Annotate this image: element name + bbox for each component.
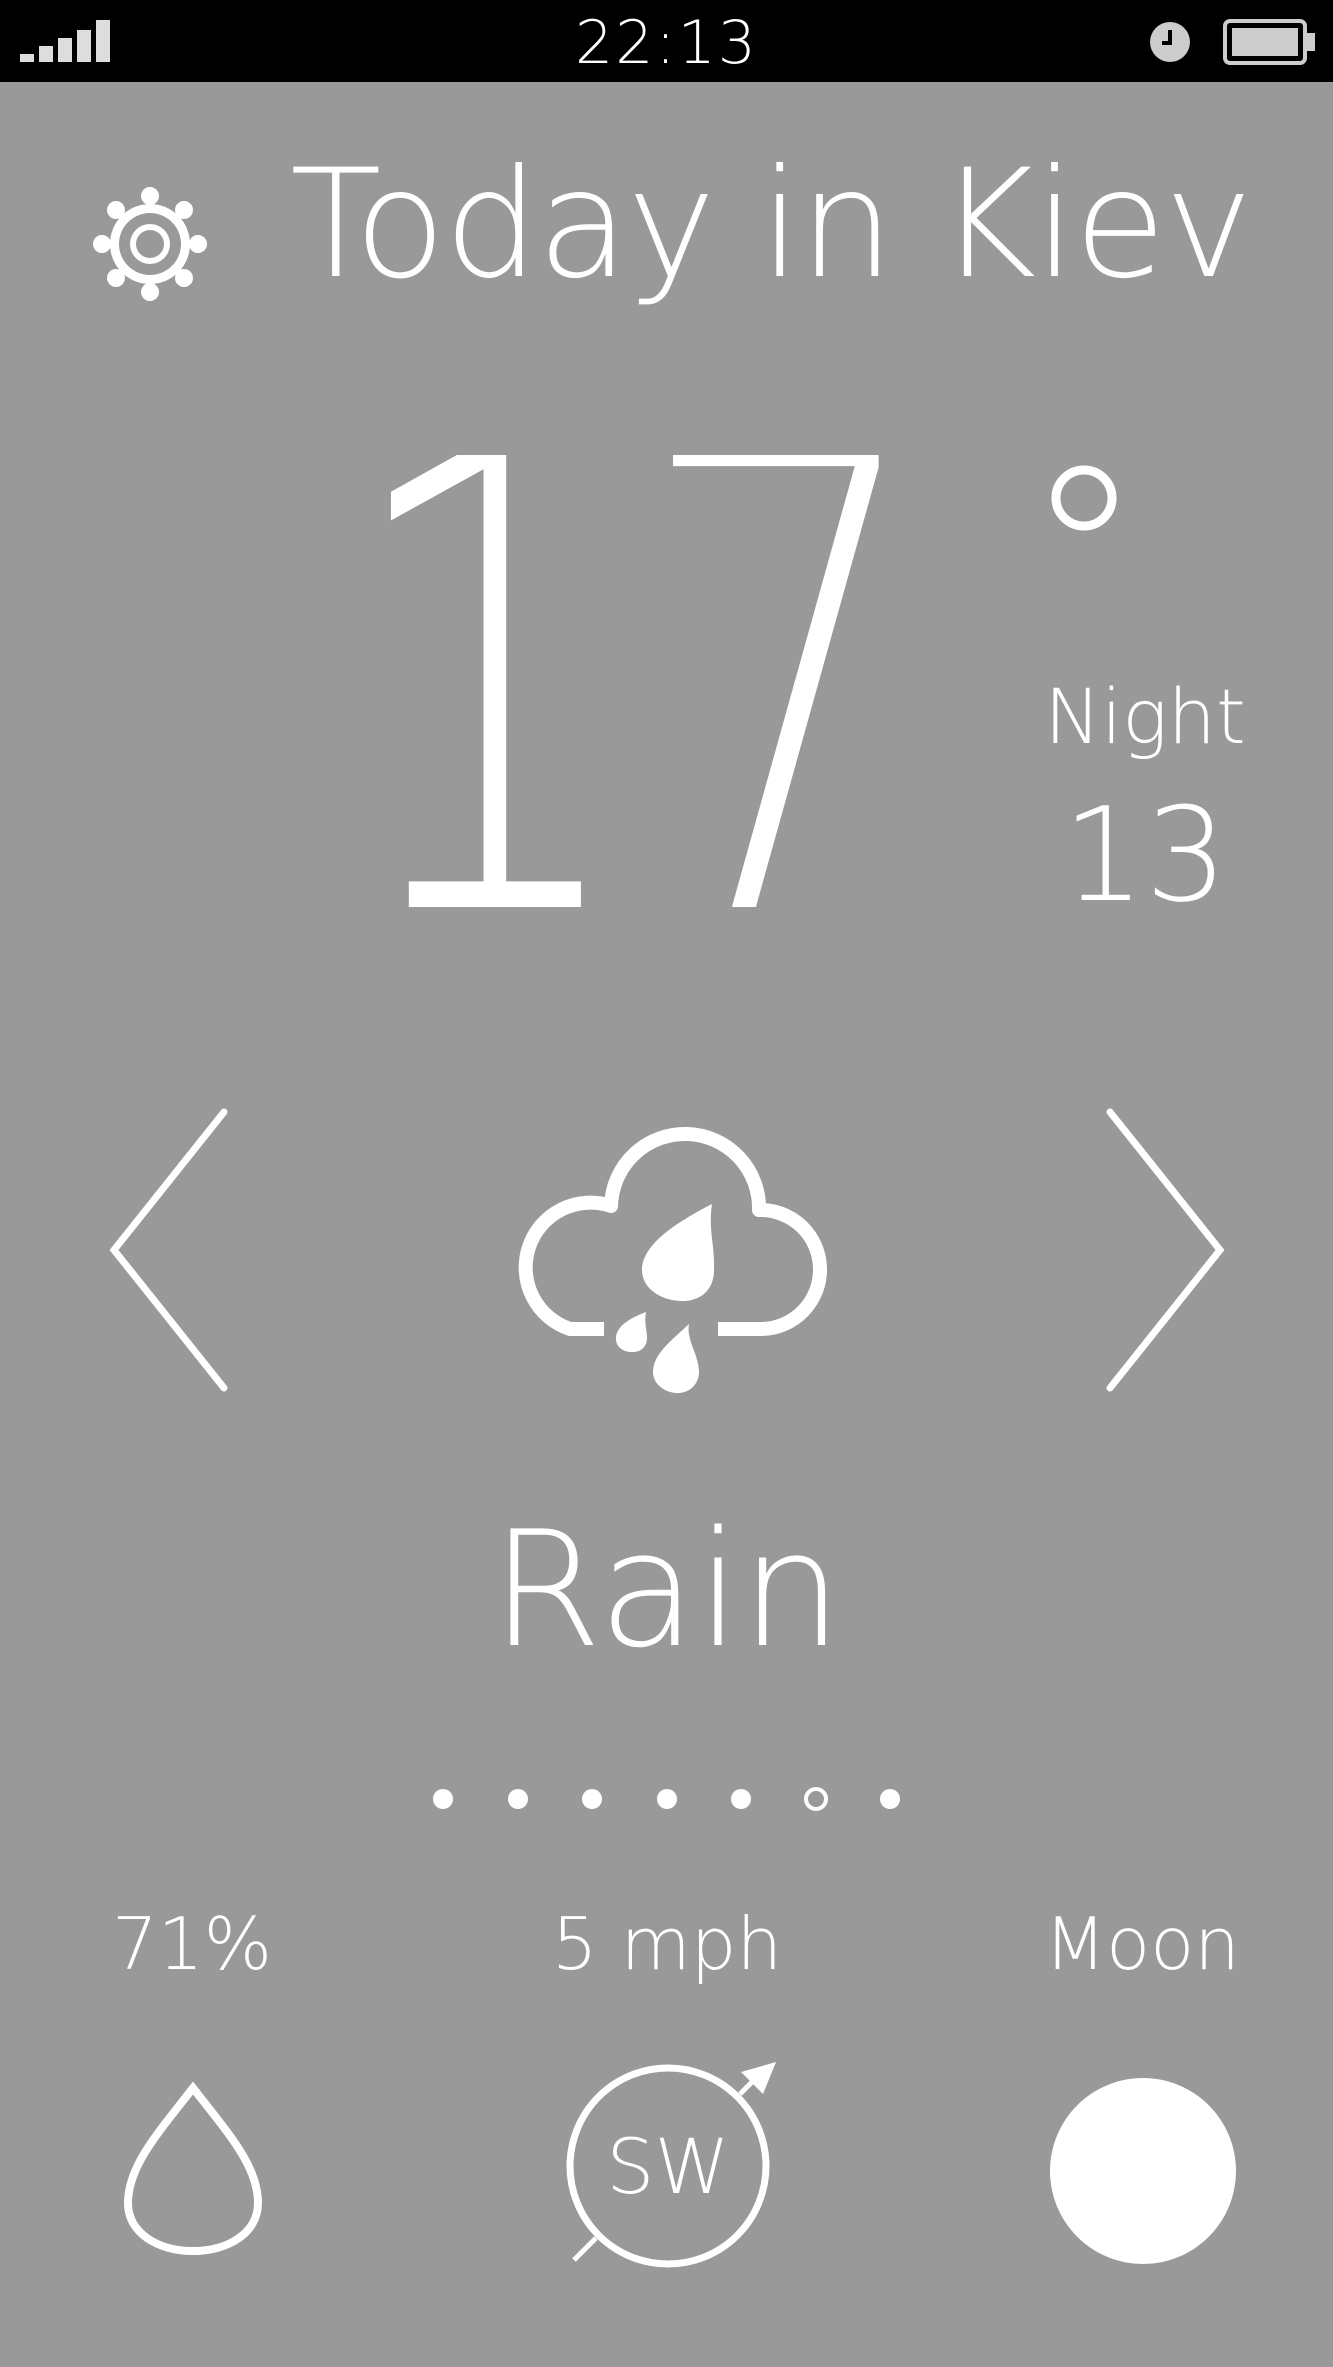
alarm-icon xyxy=(1150,22,1190,62)
page-title: Today in Kiev xyxy=(290,138,1253,312)
pager-dot[interactable] xyxy=(656,1789,677,1809)
wind-speed-value: 5 mph xyxy=(551,1902,783,1986)
full-moon-icon xyxy=(1050,2078,1236,2264)
degree-symbol xyxy=(1051,465,1117,531)
moon-label: Moon xyxy=(1044,1902,1240,1986)
pager-dot-active[interactable] xyxy=(803,1787,828,1811)
settings-button[interactable] xyxy=(88,182,212,306)
next-day-button[interactable] xyxy=(1094,1100,1234,1400)
night-temperature: 13 xyxy=(1062,779,1228,931)
temperature-value: 17 xyxy=(340,455,930,925)
pager-dot[interactable] xyxy=(507,1789,528,1809)
chevron-left-icon xyxy=(109,1108,228,1392)
pager-dot[interactable] xyxy=(880,1789,900,1809)
current-temperature: 17 xyxy=(340,455,930,925)
status-bar: 22:13 xyxy=(0,0,1333,82)
wind-direction: SW xyxy=(606,2122,729,2211)
pager-dot[interactable] xyxy=(433,1789,453,1809)
chevron-right-icon xyxy=(1106,1108,1225,1392)
pager-dot[interactable] xyxy=(582,1789,602,1809)
night-label: Night xyxy=(1044,672,1246,761)
pager-dot[interactable] xyxy=(731,1789,751,1809)
status-time: 22:13 xyxy=(575,8,758,78)
gear-icon xyxy=(93,187,207,301)
water-drop-icon xyxy=(123,2081,263,2256)
prev-day-button[interactable] xyxy=(100,1100,240,1400)
humidity-value: 71% xyxy=(111,1902,273,1986)
wind-compass-icon: SW xyxy=(566,2062,776,2268)
rain-cloud-icon xyxy=(518,1126,827,1394)
battery-icon xyxy=(1223,19,1315,65)
condition-label: Rain xyxy=(490,1496,843,1683)
